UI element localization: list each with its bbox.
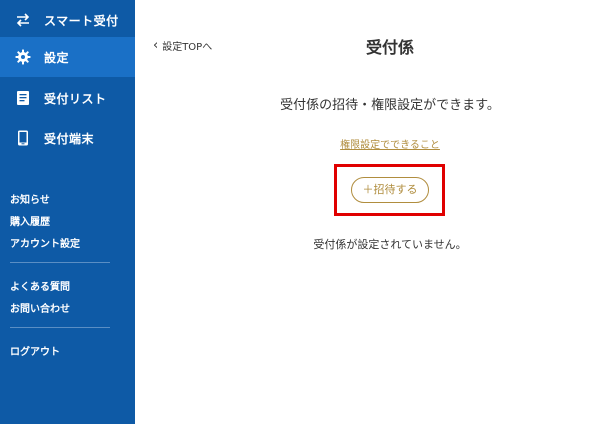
sidebar-link-contact[interactable]: お問い合わせ <box>10 300 70 315</box>
sidebar-link-purchase-history[interactable]: 購入履歴 <box>10 213 50 228</box>
gear-icon <box>15 49 31 65</box>
page-title: 受付係 <box>365 38 414 57</box>
sidebar-item-smart-reception[interactable]: スマート受付 <box>0 0 135 40</box>
page-description: 受付係の招待・権限設定ができます。 <box>280 98 500 113</box>
sidebar-item-label: 受付リスト <box>44 91 107 106</box>
sidebar-item-settings[interactable]: 設定 <box>0 37 135 77</box>
sidebar-link-logout[interactable]: ログアウト <box>10 343 60 358</box>
invite-button[interactable]: ＋招待する <box>351 177 429 203</box>
document-list-icon <box>17 91 29 105</box>
sidebar-item-label: 受付端末 <box>44 131 95 146</box>
sidebar-item-label: スマート受付 <box>44 13 119 28</box>
sidebar-divider <box>10 327 110 328</box>
sidebar-link-news[interactable]: お知らせ <box>10 191 50 206</box>
empty-state-message: 受付係が設定されていません。 <box>313 238 467 251</box>
sidebar: スマート受付 設定 受付リスト 受付端末 お知らせ 購入履歴 アカウント設定 よ… <box>0 0 135 424</box>
sidebar-item-label: 設定 <box>44 50 70 65</box>
sidebar-item-reception-device[interactable]: 受付端末 <box>0 118 135 158</box>
sidebar-divider <box>10 262 110 263</box>
main-content: ‹ 設定TOPへ 受付係 受付係の招待・権限設定ができます。 権限設定でできるこ… <box>135 0 599 424</box>
swap-arrows-icon <box>16 13 30 27</box>
tablet-icon <box>18 130 28 146</box>
sidebar-link-account-settings[interactable]: アカウント設定 <box>10 235 80 250</box>
sidebar-item-reception-list[interactable]: 受付リスト <box>0 78 135 118</box>
sidebar-link-faq[interactable]: よくある質問 <box>10 278 70 293</box>
permission-info-link[interactable]: 権限設定でできること <box>135 136 599 151</box>
